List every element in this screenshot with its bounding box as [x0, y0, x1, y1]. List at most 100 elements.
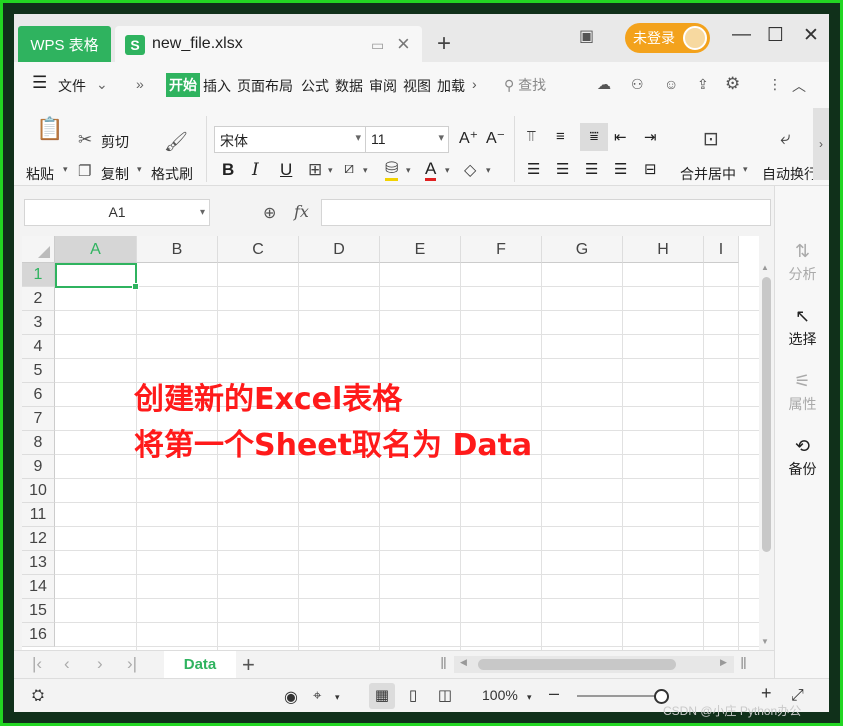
page-view-icon[interactable]: ▯ — [400, 683, 426, 709]
column-header-d[interactable]: D — [299, 236, 380, 263]
justify-icon[interactable]: ☰ — [614, 160, 627, 178]
clear-dropdown-icon[interactable]: ▾ — [486, 165, 491, 176]
decrease-font-icon[interactable]: A⁻ — [486, 128, 505, 148]
scroll-left-icon[interactable]: ◀ — [460, 657, 467, 668]
horizontal-scrollbar[interactable]: ◀ ▶ — [454, 656, 734, 673]
page-break-view-icon[interactable]: ◫ — [432, 683, 458, 709]
share-user-icon[interactable]: ⚇ — [631, 76, 644, 93]
zoom-formula-icon[interactable]: ⊕ — [263, 203, 276, 223]
border-dropdown-icon[interactable]: ▾ — [328, 165, 333, 176]
merge-dropdown-icon[interactable]: ▾ — [743, 164, 748, 175]
menu-tab-addins[interactable]: 加载 — [437, 76, 465, 96]
sheet-tab-data[interactable]: Data — [164, 651, 236, 679]
paste-button[interactable]: 粘贴 — [26, 164, 54, 184]
increase-indent-icon[interactable]: ⇥ — [644, 128, 657, 146]
horizontal-scroll-thumb[interactable] — [478, 659, 676, 670]
fill-color-icon[interactable]: ⛁ — [385, 160, 399, 181]
clear-format-icon[interactable]: ◇ — [464, 160, 476, 180]
format-painter-button[interactable]: 格式刷 — [151, 164, 193, 184]
collapse-ribbon-icon[interactable]: ︿ — [792, 76, 806, 96]
menu-tab-start[interactable]: 开始 — [166, 73, 200, 97]
pin-window-icon[interactable]: ▭ — [371, 37, 384, 54]
copy-button[interactable]: 复制 — [101, 164, 129, 184]
more-right-icon[interactable]: › — [472, 76, 477, 92]
gear-icon[interactable]: ⚙ — [725, 74, 740, 94]
wrap-text-icon[interactable]: ⤶ — [780, 128, 791, 150]
panel-backup[interactable]: ⟲ 备份 — [775, 436, 829, 479]
row-header-1[interactable]: 1 — [22, 263, 55, 287]
row-header-12[interactable]: 12 — [22, 527, 55, 551]
close-window-icon[interactable]: ✕ — [803, 24, 819, 47]
scroll-down-icon[interactable]: ▼ — [761, 637, 769, 646]
column-header-h[interactable]: H — [623, 236, 704, 263]
last-sheet-icon[interactable]: ›| — [127, 654, 137, 674]
row-header-3[interactable]: 3 — [22, 311, 55, 335]
file-tab[interactable]: S new_file.xlsx ▭ × — [115, 26, 422, 62]
scroll-right-icon[interactable]: ▶ — [720, 657, 727, 668]
layout-icon[interactable]: ⌖ — [313, 687, 321, 704]
panel-analysis[interactable]: ⇅ 分析 — [775, 241, 829, 284]
cell-style-dropdown-icon[interactable]: ▾ — [363, 165, 368, 176]
menu-file[interactable]: 文件 — [58, 76, 86, 96]
distributed-icon[interactable]: ⊟ — [644, 160, 657, 178]
zoom-dropdown-icon[interactable]: ▾ — [527, 692, 532, 703]
search-box[interactable]: ⚲ 查找 — [504, 75, 546, 95]
font-name-select[interactable]: 宋体 ▾ — [214, 126, 366, 153]
row-header-11[interactable]: 11 — [22, 503, 55, 527]
menu-tab-view[interactable]: 视图 — [403, 76, 431, 96]
align-top-icon[interactable]: ⫪ — [527, 128, 535, 145]
panel-properties[interactable]: ⚟ 属性 — [775, 371, 829, 414]
menu-tab-data[interactable]: 数据 — [335, 76, 363, 96]
row-header-6[interactable]: 6 — [22, 383, 55, 407]
wrap-text-button[interactable]: 自动换行 — [762, 164, 818, 184]
scroll-up-icon[interactable]: ▲ — [761, 263, 769, 272]
vertical-scroll-thumb[interactable] — [762, 277, 771, 552]
vertical-scrollbar[interactable]: ▲ ▼ — [759, 263, 774, 650]
column-header-g[interactable]: G — [542, 236, 623, 263]
bold-icon[interactable]: B — [222, 160, 234, 180]
menu-tab-page-layout[interactable]: 页面布局 — [237, 76, 293, 96]
normal-view-icon[interactable]: ▦ — [369, 683, 395, 709]
split-handle-icon[interactable]: ‖ — [740, 654, 747, 674]
chevron-down-icon[interactable]: ⌄ — [96, 76, 108, 93]
row-header-15[interactable]: 15 — [22, 599, 55, 623]
column-header-a[interactable]: A — [55, 236, 137, 263]
cut-button[interactable]: 剪切 — [101, 132, 129, 152]
merge-center-icon[interactable]: ⊡ — [703, 128, 719, 151]
minimize-icon[interactable]: — — [732, 24, 751, 46]
paste-icon[interactable]: 📋 — [36, 116, 63, 142]
column-header-c[interactable]: C — [218, 236, 299, 263]
border-icon[interactable]: ⊞ — [308, 160, 322, 180]
cell-style-icon[interactable]: ⧄ — [344, 160, 354, 178]
select-all-corner[interactable] — [22, 236, 55, 263]
scissors-icon[interactable]: ✂ — [78, 130, 92, 150]
wps-app-tab[interactable]: WPS 表格 — [18, 26, 111, 62]
fill-color-dropdown-icon[interactable]: ▾ — [406, 165, 411, 176]
formula-input[interactable] — [321, 199, 771, 226]
merge-center-button[interactable]: 合并居中 — [680, 164, 736, 184]
hamburger-icon[interactable]: ☰ — [32, 73, 47, 93]
login-button[interactable]: 未登录 — [625, 23, 710, 53]
column-header-f[interactable]: F — [461, 236, 542, 263]
menu-tab-insert[interactable]: 插入 — [203, 76, 231, 96]
spreadsheet-grid[interactable]: ABCDEFGHI 1 2 3 4 5 6 7 8 9 10 11 12 13 14 15 16 创建新的Ex… — [22, 236, 759, 650]
row-header-8[interactable]: 8 — [22, 431, 55, 455]
close-tab-icon[interactable]: × — [397, 31, 410, 57]
row-header-5[interactable]: 5 — [22, 359, 55, 383]
row-header-2[interactable]: 2 — [22, 287, 55, 311]
align-bottom-icon[interactable]: ⩸ — [580, 123, 608, 151]
copy-icon[interactable]: ❐ — [78, 162, 91, 180]
format-painter-icon[interactable]: 🖌 — [164, 130, 188, 154]
zoom-level[interactable]: 100% — [482, 687, 518, 703]
new-tab-button[interactable]: + — [437, 30, 451, 58]
macro-icon[interactable]: ⛭ — [32, 687, 44, 704]
row-header-9[interactable]: 9 — [22, 455, 55, 479]
name-box[interactable]: A1 ▾ — [24, 199, 210, 226]
prev-sheet-icon[interactable]: ‹ — [64, 654, 70, 674]
increase-font-icon[interactable]: A⁺ — [459, 128, 478, 148]
column-header-i[interactable]: I — [704, 236, 739, 263]
menu-tab-formula[interactable]: 公式 — [301, 76, 329, 96]
row-header-16[interactable]: 16 — [22, 623, 55, 647]
paste-dropdown-icon[interactable]: ▾ — [63, 164, 68, 175]
align-center-icon[interactable]: ☰ — [556, 160, 569, 178]
